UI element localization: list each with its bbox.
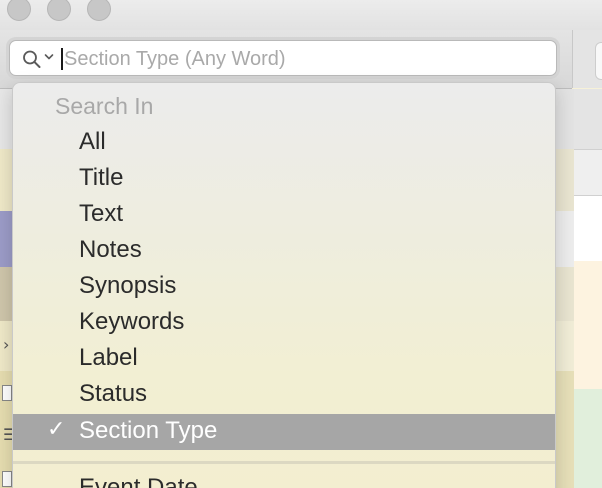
menu-item-label: Event Date [79, 474, 198, 488]
menu-item-label: Title [79, 164, 124, 191]
menu-item-synopsis[interactable]: Synopsis [13, 269, 555, 305]
menu-item-event-date[interactable]: Event Date [13, 471, 555, 488]
title-bar [0, 0, 602, 31]
background-row [574, 389, 602, 488]
background-row [556, 211, 574, 267]
minimize-window-button[interactable] [47, 0, 71, 21]
zoom-window-button[interactable] [87, 0, 111, 21]
menu-item-section-type[interactable]: ✓ Section Type [13, 414, 555, 450]
background-row [574, 149, 602, 196]
background-row [574, 195, 602, 262]
menu-item-label: Section Type [79, 417, 218, 444]
disclosure-chevron-icon[interactable]: › [3, 335, 9, 354]
background-row [556, 371, 574, 488]
menu-item-label: Status [79, 380, 148, 407]
checkmark-icon: ✓ [47, 417, 66, 442]
menu-item-all[interactable]: All [13, 125, 555, 161]
menu-item-label: All [79, 128, 106, 155]
menu-item-text[interactable]: Text [13, 197, 555, 233]
menu-item-keywords[interactable]: Keywords [13, 305, 555, 341]
search-field[interactable] [9, 40, 557, 76]
text-cursor [61, 48, 63, 70]
menu-item-title[interactable]: Title [13, 161, 555, 197]
menu-header: Search In [55, 93, 154, 119]
menu-separator [13, 461, 555, 464]
menu-item-label[interactable]: Label [13, 341, 555, 377]
background-row [556, 267, 574, 321]
background-row [574, 261, 602, 389]
close-window-button[interactable] [7, 0, 31, 21]
menu-item-label: Synopsis [79, 272, 177, 299]
chevron-down-icon[interactable] [44, 52, 54, 62]
menu-item-notes[interactable]: Notes [13, 233, 555, 269]
menu-item-status[interactable]: Status [13, 377, 555, 413]
background-row [574, 89, 602, 149]
checkbox[interactable] [2, 471, 12, 487]
background-row [556, 321, 574, 371]
toolbar-control[interactable] [595, 42, 602, 80]
menu-item-label: Text [79, 200, 124, 227]
toolbar-right-pane [572, 30, 602, 88]
background-row [556, 89, 574, 149]
search-icon[interactable] [22, 50, 42, 68]
checkbox[interactable] [2, 385, 12, 401]
search-in-menu: Search In All Title Text Notes Synopsis … [12, 82, 556, 488]
background-row [556, 149, 574, 211]
menu-item-label: Keywords [79, 308, 185, 335]
search-input[interactable] [64, 45, 544, 73]
menu-item-label: Notes [79, 236, 142, 263]
menu-item-label: Label [79, 344, 138, 371]
